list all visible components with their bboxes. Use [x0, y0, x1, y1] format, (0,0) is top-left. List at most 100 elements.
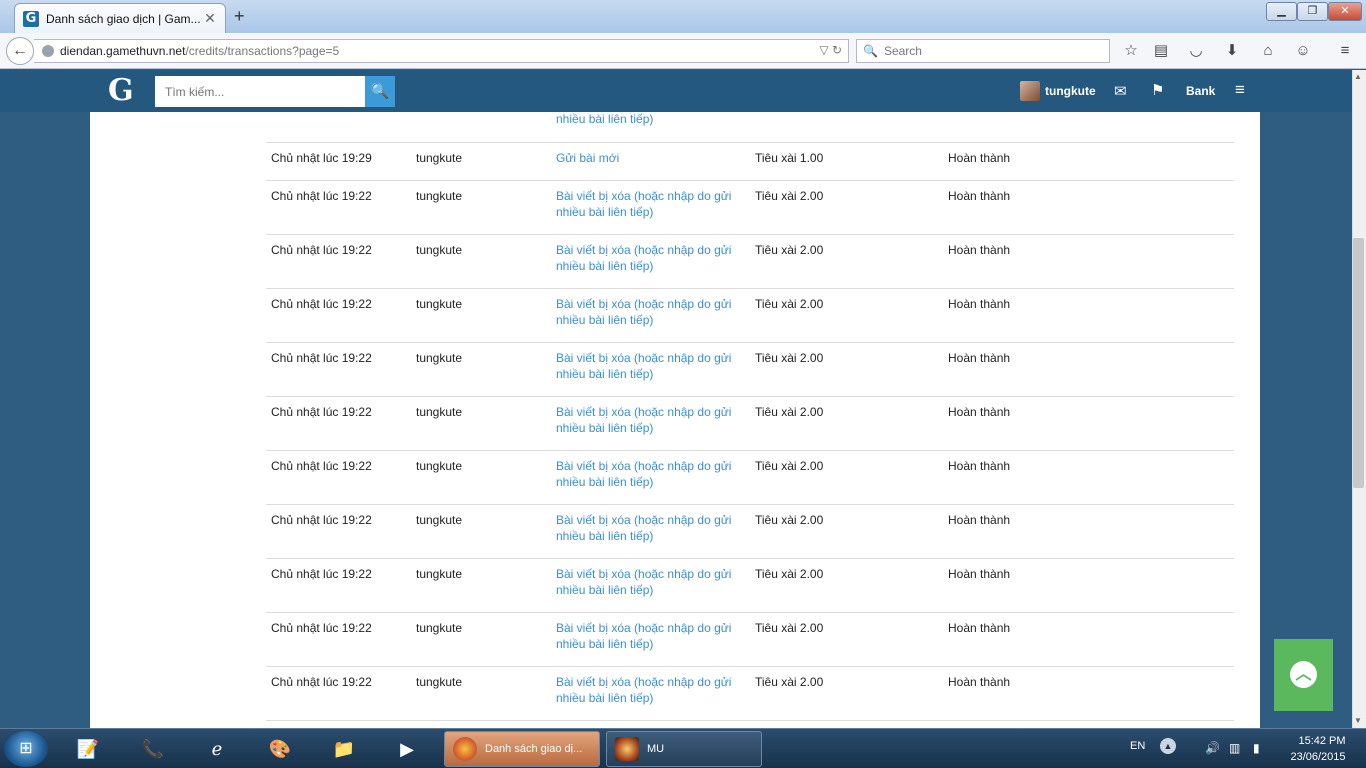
- transaction-user[interactable]: tungkute: [411, 180, 551, 235]
- home-icon[interactable]: ⌂: [1258, 41, 1278, 61]
- taskbar-firefox-label: Danh sách giao dị...: [485, 743, 583, 755]
- transaction-user[interactable]: tungkute: [411, 612, 551, 667]
- transaction-user[interactable]: tungkute: [411, 504, 551, 559]
- transactions-table: Chủ nhật lúc 19:30tungkuteBài viết bị xó…: [266, 112, 1234, 721]
- taskbar-firefox-window[interactable]: Danh sách giao dị...: [444, 731, 600, 767]
- transaction-action-link[interactable]: Bài viết bị xóa (hoặc nhập do gửi nhiều …: [551, 234, 750, 289]
- language-indicator[interactable]: EN: [1130, 740, 1145, 752]
- mail-icon[interactable]: ✉: [1114, 82, 1127, 100]
- transaction-date: Chủ nhật lúc 19:22: [266, 504, 411, 559]
- transaction-action-link[interactable]: Bài viết bị xóa (hoặc nhập do gửi nhiều …: [551, 612, 750, 667]
- taskbar-mu-label: MU: [647, 743, 665, 755]
- transaction-action-link[interactable]: Bài viết bị xóa (hoặc nhập do gửi nhiều …: [551, 396, 750, 451]
- pocket-icon[interactable]: ◡: [1186, 41, 1206, 61]
- table-row: Chủ nhật lúc 19:29 tungkute Gửi bài mới Tiê…: [266, 142, 1234, 181]
- transaction-amount: Tiêu xài 2.00: [750, 288, 943, 343]
- bank-link[interactable]: Bank: [1186, 84, 1215, 98]
- transaction-date: Chủ nhật lúc 19:29: [266, 142, 411, 181]
- transaction-user[interactable]: tungkute: [411, 234, 551, 289]
- close-tab-icon[interactable]: ✕: [203, 10, 217, 27]
- clock-time[interactable]: 15:42 PM: [1287, 735, 1357, 747]
- transaction-action-link[interactable]: Bài viết bị xóa (hoặc nhập do gửi nhiều …: [551, 288, 750, 343]
- transaction-date: Chủ nhật lúc 19:22: [266, 288, 411, 343]
- hamburger-menu-icon[interactable]: ≡: [1335, 41, 1355, 61]
- bookmark-star-icon[interactable]: ☆: [1121, 41, 1141, 61]
- scroll-up-arrow-icon[interactable]: ▲: [1354, 72, 1362, 81]
- back-arrow-icon: ←: [12, 42, 28, 59]
- table-row: Chủ nhật lúc 19:22 tungkute Bài viết bị xó…: [266, 450, 1234, 505]
- transaction-date: Chủ nhật lúc 19:22: [266, 558, 411, 613]
- transaction-date: Chủ nhật lúc 19:30: [266, 112, 411, 143]
- transaction-status: Hoàn thành: [943, 666, 1234, 721]
- clock-date[interactable]: 23/06/2015: [1283, 751, 1353, 763]
- window-minimize-button[interactable]: ▁: [1266, 2, 1297, 21]
- transaction-action-link[interactable]: Bài viết bị xóa (hoặc nhập do gửi nhiều …: [551, 342, 750, 397]
- back-button[interactable]: ←: [6, 37, 34, 65]
- scrollbar-thumb[interactable]: [1353, 238, 1364, 488]
- new-tab-button[interactable]: +: [234, 6, 245, 27]
- transaction-status: Hoàn thành: [943, 612, 1234, 667]
- transaction-user[interactable]: tungkute: [411, 288, 551, 343]
- site-logo[interactable]: G: [108, 76, 134, 106]
- transaction-status: Hoàn thành: [943, 288, 1234, 343]
- site-header: G 🔍: [0, 70, 1352, 112]
- url-path: /credits/transactions?page=5: [185, 44, 340, 58]
- table-row: Chủ nhật lúc 19:30tungkuteBài viết bị xó…: [266, 112, 1234, 143]
- transaction-amount: Tiêu xài 2.00: [750, 342, 943, 397]
- site-menu-icon[interactable]: ≡: [1235, 80, 1245, 100]
- window-maximize-button[interactable]: ❐: [1297, 2, 1328, 21]
- transaction-action-link[interactable]: Bài viết bị xóa (hoặc nhập do gửi nhiều …: [551, 450, 750, 505]
- transaction-action-link[interactable]: Bài viết bị xóa (hoặc nhập do gửi nhiều …: [551, 666, 750, 721]
- notepad-icon[interactable]: 📝: [62, 732, 114, 766]
- browser-tab-active[interactable]: G Danh sách giao dịch | Gam... ✕: [14, 3, 226, 33]
- transaction-status: Hoàn thành: [943, 558, 1234, 613]
- transaction-action-link[interactable]: Bài viết bị xóa (hoặc nhập do gửi nhiều …: [551, 112, 750, 143]
- username-link[interactable]: tungkute: [1045, 84, 1096, 98]
- transaction-action-link[interactable]: Bài viết bị xóa (hoặc nhập do gửi nhiều …: [551, 558, 750, 613]
- network-icon[interactable]: ▥: [1229, 741, 1240, 755]
- start-orb-icon[interactable]: ⊞: [4, 731, 48, 767]
- transaction-action-link[interactable]: Bài viết bị xóa (hoặc nhập do gửi nhiều …: [551, 180, 750, 235]
- site-search-button[interactable]: 🔍: [365, 76, 395, 107]
- table-row: Chủ nhật lúc 19:22 tungkute Bài viết bị xó…: [266, 180, 1234, 235]
- reading-list-icon[interactable]: ▤: [1151, 41, 1171, 61]
- volume-icon[interactable]: 🔊: [1205, 741, 1220, 755]
- download-icon[interactable]: ⬇: [1222, 41, 1242, 61]
- reload-icon[interactable]: ▽ ↻: [819, 43, 842, 57]
- transaction-date: Chủ nhật lúc 19:22: [266, 342, 411, 397]
- transaction-date: Chủ nhật lúc 19:22: [266, 612, 411, 667]
- transaction-action-link[interactable]: Gửi bài mới: [551, 142, 750, 181]
- tray-expand-icon[interactable]: ▲: [1160, 738, 1176, 754]
- transaction-user[interactable]: tungkute: [411, 342, 551, 397]
- window-close-button[interactable]: ✕: [1328, 2, 1362, 21]
- site-search-input[interactable]: [155, 76, 365, 107]
- transaction-user[interactable]: tungkute: [411, 666, 551, 721]
- address-bar[interactable]: diendan.gamethuvn.net/credits/transactio…: [34, 39, 849, 63]
- avatar[interactable]: [1020, 81, 1040, 101]
- transaction-user[interactable]: tungkute: [411, 558, 551, 613]
- back-to-top-button[interactable]: ︿: [1274, 639, 1333, 711]
- flag-icon[interactable]: ⚑: [1151, 81, 1164, 99]
- mu-game-icon: [615, 737, 639, 761]
- file-explorer-icon[interactable]: 📁: [318, 732, 370, 766]
- power-icon[interactable]: ▮: [1253, 741, 1260, 755]
- chevron-up-icon: ︿: [1290, 661, 1317, 688]
- transaction-user[interactable]: tungkute: [411, 112, 551, 143]
- search-icon: 🔍: [370, 83, 390, 100]
- transaction-action-link[interactable]: Bài viết bị xóa (hoặc nhập do gửi nhiều …: [551, 504, 750, 559]
- transaction-amount: Tiêu xài 2.00: [750, 558, 943, 613]
- transaction-user[interactable]: tungkute: [411, 450, 551, 505]
- browser-search-input[interactable]: 🔍 Search: [856, 39, 1110, 63]
- scroll-down-arrow-icon[interactable]: ▼: [1354, 716, 1362, 725]
- media-player-icon[interactable]: ▶: [381, 732, 433, 766]
- table-row: Chủ nhật lúc 19:22 tungkute Bài viết bị xó…: [266, 234, 1234, 289]
- paint-icon[interactable]: 🎨: [254, 732, 306, 766]
- transaction-user[interactable]: tungkute: [411, 396, 551, 451]
- transaction-amount: Tiêu xài 2.00: [750, 234, 943, 289]
- internet-explorer-icon[interactable]: ℯ: [191, 732, 243, 766]
- viber-icon[interactable]: 📞: [127, 732, 179, 766]
- transaction-user[interactable]: tungkute: [411, 142, 551, 181]
- taskbar-mu-window[interactable]: MU: [606, 731, 762, 767]
- chat-icon[interactable]: ☺: [1293, 41, 1313, 61]
- site-identity-icon[interactable]: [42, 45, 54, 57]
